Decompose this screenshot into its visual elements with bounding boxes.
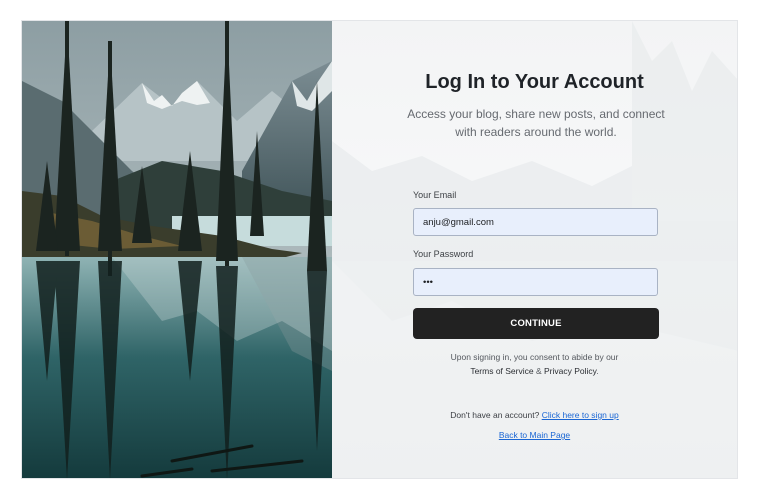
consent-text: Upon signing in, you consent to abide by… bbox=[332, 350, 737, 378]
password-label: Your Password bbox=[413, 249, 474, 259]
login-panel: Log In to Your Account Access your blog,… bbox=[332, 21, 737, 478]
continue-button[interactable]: CONTINUE bbox=[413, 308, 659, 339]
back-to-main-link[interactable]: Back to Main Page bbox=[499, 430, 570, 440]
login-card: Log In to Your Account Access your blog,… bbox=[21, 20, 738, 479]
consent-links-line: Terms of Service & Privacy Policy. bbox=[332, 364, 737, 378]
consent-suffix: . bbox=[596, 366, 599, 376]
terms-of-service-link[interactable]: Terms of Service bbox=[470, 366, 533, 376]
page: Log In to Your Account Access your blog,… bbox=[0, 0, 760, 499]
signup-row: Don't have an account? Click here to sig… bbox=[332, 410, 737, 420]
email-field[interactable] bbox=[413, 208, 658, 236]
back-row: Back to Main Page bbox=[332, 430, 737, 440]
consent-prefix: Upon signing in, you consent to abide by… bbox=[450, 352, 619, 362]
privacy-policy-link[interactable]: Privacy Policy bbox=[544, 366, 596, 376]
email-label: Your Email bbox=[413, 190, 457, 200]
signup-prompt: Don't have an account? bbox=[450, 410, 542, 420]
lake-landscape-image bbox=[22, 21, 332, 478]
signup-link[interactable]: Click here to sign up bbox=[542, 410, 619, 420]
consent-and: & bbox=[533, 366, 545, 376]
page-subtitle: Access your blog, share new posts, and c… bbox=[407, 107, 665, 139]
page-title: Log In to Your Account bbox=[425, 71, 644, 93]
password-field[interactable] bbox=[413, 268, 658, 296]
